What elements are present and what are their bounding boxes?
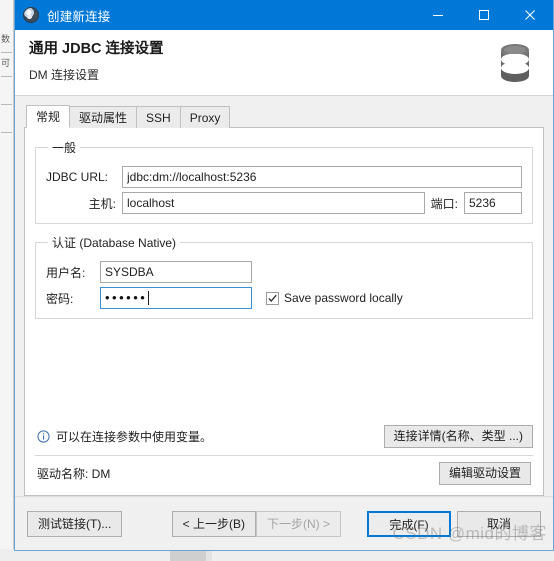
- host-row: 主机: 端口:: [46, 192, 522, 214]
- info-icon: [37, 430, 50, 443]
- tab-general[interactable]: 常规: [26, 105, 71, 128]
- background-task-chip: [170, 551, 206, 561]
- background-task-chip-secondary: [206, 551, 212, 561]
- username-label: 用户名:: [46, 265, 86, 280]
- password-masked-value: ••••••: [105, 290, 148, 305]
- auth-group-legend: 认证 (Database Native): [52, 236, 177, 250]
- page-subtitle: DM 连接设置: [29, 68, 99, 82]
- window-controls: [415, 0, 553, 30]
- password-label: 密码:: [46, 291, 74, 306]
- panel-divider: [35, 455, 533, 456]
- maximize-icon[interactable]: [461, 0, 507, 30]
- tab-general-label: 常规: [36, 110, 61, 124]
- close-icon[interactable]: [507, 0, 553, 30]
- general-group: 一般 JDBC URL: 主机: 端口:: [35, 139, 533, 224]
- checkbox-checked-icon: [266, 291, 279, 305]
- host-input[interactable]: [122, 192, 425, 214]
- driver-row: 驱动名称: DM 编辑驱动设置: [35, 462, 533, 487]
- desktop-background: 数 可 创建新连接 通用 JDBC 连接设置 DM 连接设置 常规 驱动属性 S…: [0, 0, 554, 561]
- tab-ssh[interactable]: SSH: [136, 106, 181, 128]
- dbeaver-app-icon: [23, 7, 39, 23]
- tab-ssh-label: SSH: [146, 110, 171, 125]
- new-connection-dialog: 创建新连接 通用 JDBC 连接设置 DM 连接设置 常规 驱动属性 SSH P…: [14, 0, 554, 551]
- panel-spacer: [35, 329, 533, 423]
- tab-proxy-label: Proxy: [189, 110, 221, 125]
- hint-row: 可以在连接参数中使用变量。 连接详情(名称、类型 ...): [35, 423, 533, 454]
- port-input[interactable]: [464, 192, 522, 214]
- footer-left-group: 测试链接(T)...: [27, 510, 123, 537]
- jdbc-url-input[interactable]: [122, 166, 522, 188]
- port-label: 端口:: [430, 196, 458, 211]
- edit-driver-settings-button[interactable]: 编辑驱动设置: [438, 462, 531, 485]
- username-input[interactable]: [100, 261, 252, 283]
- save-password-checkbox[interactable]: Save password locally: [266, 291, 403, 305]
- dialog-body: 常规 驱动属性 SSH Proxy 一般 JDBC URL: jdbc:dm:/…: [15, 96, 553, 496]
- password-row: 密码: •••••• Save password locally: [46, 287, 522, 309]
- username-row: 用户名:: [46, 261, 522, 283]
- cancel-button[interactable]: 取消: [457, 510, 541, 537]
- general-group-legend: 一般: [52, 141, 77, 155]
- dialog-header: 通用 JDBC 连接设置 DM 连接设置: [15, 30, 553, 96]
- save-password-label: Save password locally: [284, 291, 403, 305]
- jdbc-url-row: JDBC URL:: [46, 166, 522, 188]
- connection-details-button[interactable]: 连接详情(名称、类型 ...): [383, 425, 533, 448]
- tab-driver-properties[interactable]: 驱动属性: [69, 106, 138, 128]
- tab-driver-properties-label: 驱动属性: [79, 111, 128, 125]
- host-label: 主机:: [88, 196, 116, 211]
- jdbc-url-label: JDBC URL:: [46, 170, 109, 184]
- finish-button[interactable]: 完成(F): [367, 510, 451, 537]
- general-tab-panel: 一般 JDBC URL: 主机: 端口: 认证 (Database Native…: [24, 128, 544, 496]
- minimize-icon[interactable]: [415, 0, 461, 30]
- auth-group: 认证 (Database Native) 用户名: 密码: ••••••: [35, 234, 533, 319]
- test-connection-button[interactable]: 测试链接(T)...: [27, 510, 123, 537]
- back-button[interactable]: < 上一步(B): [171, 510, 256, 537]
- wizard-nav-group: < 上一步(B) 下一步(N) >: [171, 510, 341, 537]
- password-input[interactable]: ••••••: [100, 287, 252, 309]
- tab-strip: 常规 驱动属性 SSH Proxy: [24, 105, 544, 128]
- next-button: 下一步(N) >: [255, 510, 341, 537]
- driver-name-text: 驱动名称: DM: [37, 467, 111, 481]
- background-app-strip: 数 可: [0, 0, 14, 561]
- dialog-footer: 测试链接(T)... < 上一步(B) 下一步(N) > 完成(F) 取消 CS…: [15, 496, 553, 550]
- title-bar: 创建新连接: [15, 0, 553, 30]
- tab-proxy[interactable]: Proxy: [179, 106, 231, 128]
- hint-text: 可以在连接参数中使用变量。: [56, 430, 213, 444]
- text-caret: [148, 291, 150, 305]
- window-title: 创建新连接: [47, 9, 111, 24]
- page-title: 通用 JDBC 连接设置: [29, 41, 164, 57]
- database-icon: [501, 44, 529, 82]
- footer-right-group: < 上一步(B) 下一步(N) > 完成(F) 取消: [171, 510, 541, 537]
